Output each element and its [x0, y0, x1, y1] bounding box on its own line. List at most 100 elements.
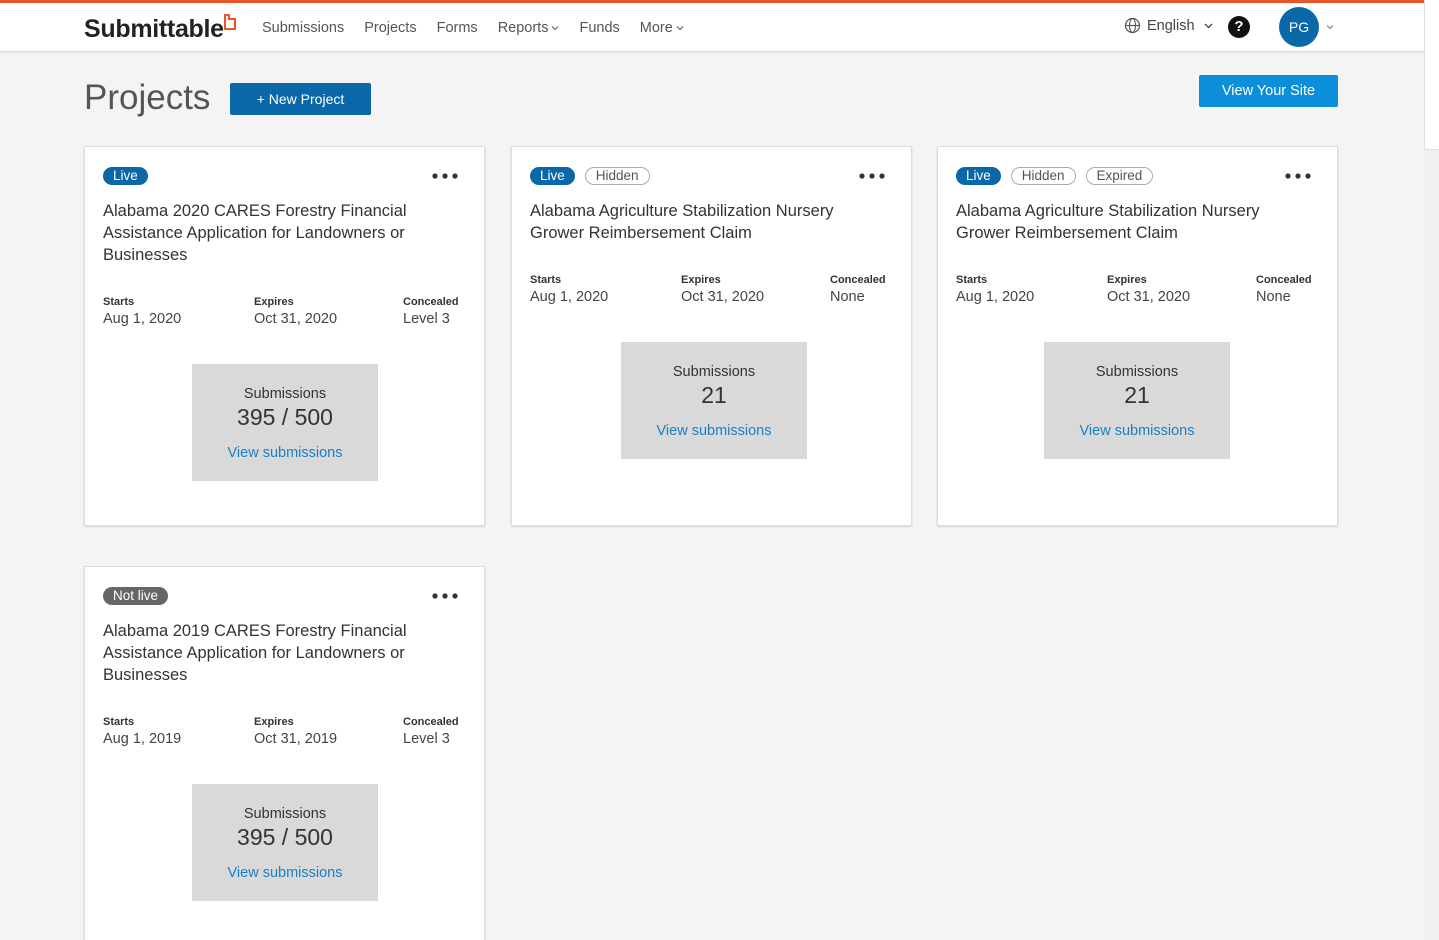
logo-mark-icon — [224, 14, 236, 30]
view-submissions-link[interactable]: View submissions — [1044, 423, 1230, 439]
submissions-label: Submissions — [243, 806, 327, 822]
submissions-label: Submissions — [672, 364, 756, 380]
chevron-down-icon — [552, 25, 559, 30]
nav-submissions[interactable]: Submissions — [262, 20, 344, 36]
submissions-count: 21 — [701, 382, 727, 408]
nav-label: Forms — [436, 19, 478, 36]
project-meta: Starts Aug 1, 2020 Expires Oct 31, 2020 … — [530, 274, 900, 308]
concealed-label: Concealed — [403, 296, 459, 308]
expires-value: Oct 31, 2019 — [254, 731, 338, 747]
project-title[interactable]: Alabama Agriculture Stabilization Nurser… — [956, 200, 1316, 244]
concealed-value: Level 3 — [403, 731, 450, 747]
starts-value: Aug 1, 2020 — [956, 289, 1035, 305]
concealed-field: Concealed Level 3 — [403, 296, 459, 327]
view-submissions-link[interactable]: View submissions — [192, 445, 378, 461]
expires-label: Expires — [681, 274, 721, 286]
view-submissions-link[interactable]: View submissions — [192, 865, 378, 881]
status-badges: Live Hidden — [530, 167, 660, 185]
status-badges: Live Hidden Expired — [956, 167, 1163, 185]
starts-value: Aug 1, 2020 — [103, 311, 182, 327]
project-meta: Starts Aug 1, 2020 Expires Oct 31, 2020 … — [956, 274, 1326, 308]
nav-projects[interactable]: Projects — [364, 20, 416, 36]
status-badge: Hidden — [584, 167, 650, 185]
starts-value: Aug 1, 2020 — [530, 289, 609, 305]
project-meta: Starts Aug 1, 2020 Expires Oct 31, 2020 … — [103, 296, 473, 330]
new-project-button[interactable]: + New Project — [230, 83, 371, 115]
submissions-box: Submissions 21 View submissions — [621, 342, 807, 459]
expires-label: Expires — [1107, 274, 1147, 286]
project-card: Not live Alabama 2019 CARES Forestry Fin… — [84, 566, 485, 940]
submissions-count: 21 — [1124, 382, 1150, 408]
more-options-icon[interactable] — [1285, 173, 1311, 179]
nav-forms[interactable]: Forms — [437, 20, 478, 36]
project-title[interactable]: Alabama 2019 CARES Forestry Financial As… — [103, 620, 463, 686]
globe-icon — [1124, 17, 1141, 34]
concealed-label: Concealed — [403, 716, 459, 728]
language-selector[interactable]: English — [1124, 17, 1219, 34]
project-title[interactable]: Alabama Agriculture Stabilization Nurser… — [530, 200, 890, 244]
project-card: Live Hidden Expired Alabama Agriculture … — [937, 146, 1338, 526]
expires-value: Oct 31, 2020 — [1107, 289, 1191, 305]
more-options-icon[interactable] — [432, 173, 458, 179]
nav-label: Projects — [364, 19, 417, 36]
concealed-value: None — [830, 289, 865, 305]
scrollbar-thumb[interactable] — [1424, 0, 1439, 150]
expires-field: Expires Oct 31, 2020 — [681, 274, 764, 305]
concealed-field: Concealed None — [1256, 274, 1312, 305]
concealed-field: Concealed None — [830, 274, 886, 305]
language-label: English — [1147, 17, 1195, 34]
starts-label: Starts — [956, 274, 988, 286]
submissions-box: Submissions 21 View submissions — [1044, 342, 1230, 459]
expires-field: Expires Oct 31, 2020 — [254, 296, 337, 327]
main-nav: Submissions Projects Forms Reports Funds… — [262, 3, 704, 52]
chevron-down-icon — [676, 25, 684, 30]
starts-label: Starts — [530, 274, 562, 286]
status-badges: Not live — [103, 587, 178, 605]
status-badge: Live — [103, 167, 148, 185]
help-icon[interactable]: ? — [1228, 16, 1250, 38]
nav-label: More — [639, 19, 673, 36]
more-options-icon[interactable] — [859, 173, 885, 179]
starts-label: Starts — [103, 716, 135, 728]
nav-funds[interactable]: Funds — [579, 20, 619, 36]
submissions-label: Submissions — [243, 386, 327, 402]
avatar[interactable]: PG — [1279, 7, 1319, 47]
starts-label: Starts — [103, 296, 135, 308]
submissions-box: Submissions 395 / 500 View submissions — [192, 364, 378, 481]
chevron-down-icon — [1204, 23, 1213, 29]
starts-field: Starts Aug 1, 2020 — [103, 296, 181, 327]
page-title: Projects — [84, 78, 211, 117]
status-badge: Live — [530, 167, 575, 185]
status-badge: Live — [956, 167, 1001, 185]
app-logo[interactable]: Submittable — [84, 15, 224, 44]
submissions-count: 395 / 500 — [237, 824, 333, 850]
expires-value: Oct 31, 2020 — [681, 289, 765, 305]
project-card: Live Hidden Alabama Agriculture Stabiliz… — [511, 146, 912, 526]
expires-label: Expires — [254, 716, 294, 728]
concealed-label: Concealed — [1256, 274, 1312, 286]
submissions-label: Submissions — [1095, 364, 1179, 380]
status-badge: Hidden — [1010, 167, 1076, 185]
more-options-icon[interactable] — [432, 593, 458, 599]
nav-more[interactable]: More — [640, 20, 684, 36]
view-submissions-link[interactable]: View submissions — [621, 423, 807, 439]
expires-field: Expires Oct 31, 2019 — [254, 716, 337, 747]
nav-label: Submissions — [262, 19, 345, 36]
expires-field: Expires Oct 31, 2020 — [1107, 274, 1190, 305]
nav-reports[interactable]: Reports — [498, 20, 560, 36]
concealed-value: Level 3 — [403, 311, 450, 327]
concealed-field: Concealed Level 3 — [403, 716, 459, 747]
nav-label: Reports — [497, 19, 549, 36]
concealed-label: Concealed — [830, 274, 886, 286]
starts-field: Starts Aug 1, 2019 — [103, 716, 181, 747]
starts-field: Starts Aug 1, 2020 — [530, 274, 608, 305]
chevron-down-icon[interactable] — [1326, 23, 1334, 31]
view-your-site-button[interactable]: View Your Site — [1199, 75, 1338, 107]
starts-value: Aug 1, 2019 — [103, 731, 182, 747]
project-title[interactable]: Alabama 2020 CARES Forestry Financial As… — [103, 200, 463, 266]
starts-field: Starts Aug 1, 2020 — [956, 274, 1034, 305]
project-meta: Starts Aug 1, 2019 Expires Oct 31, 2019 … — [103, 716, 473, 750]
expires-label: Expires — [254, 296, 294, 308]
concealed-value: None — [1256, 289, 1291, 305]
nav-label: Funds — [579, 19, 620, 36]
